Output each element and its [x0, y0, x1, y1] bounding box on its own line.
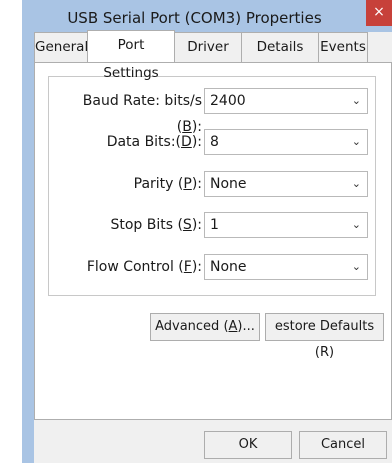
baud-rate-label: Baud Rate: bits/s (B):: [82, 93, 202, 135]
tab-details[interactable]: Details: [241, 32, 319, 62]
tab-label: Details: [256, 39, 304, 55]
ok-label: OK: [238, 437, 258, 452]
tab-label: General: [35, 39, 89, 55]
flow-control-value: None: [210, 259, 247, 275]
tab-label: Events: [320, 39, 366, 55]
chevron-down-icon: ⌄: [351, 177, 361, 190]
tab-driver[interactable]: Driver: [174, 32, 242, 62]
chevron-down-icon: ⌄: [351, 218, 361, 231]
parity-label: Parity (P):: [133, 176, 202, 192]
tab-general[interactable]: General: [34, 32, 88, 62]
window-title: USB Serial Port (COM3) Properties: [67, 9, 322, 27]
data-bits-select[interactable]: 8 ⌄: [204, 129, 368, 155]
ok-button[interactable]: OK: [204, 431, 292, 459]
cancel-label: Cancel: [320, 437, 366, 452]
data-bits-value: 8: [210, 134, 219, 150]
stop-bits-select[interactable]: 1 ⌄: [204, 212, 368, 238]
restore-defaults-button[interactable]: estore Defaults (R): [265, 313, 384, 360]
parity-select[interactable]: None ⌄: [204, 171, 368, 197]
tab-label: Port Settings: [103, 37, 159, 81]
data-bits-label: Data Bits:(D):: [106, 134, 202, 150]
chevron-down-icon: ⌄: [351, 260, 361, 273]
baud-rate-select[interactable]: 2400 ⌄: [204, 88, 368, 114]
stop-bits-value: 1: [210, 217, 219, 233]
close-icon: ×: [373, 4, 385, 20]
flow-control-label: Flow Control (F):: [86, 259, 202, 275]
chevron-down-icon: ⌄: [351, 94, 361, 107]
flow-control-select[interactable]: None ⌄: [204, 254, 368, 280]
tab-port-settings[interactable]: Port Settings: [87, 30, 175, 81]
cancel-button[interactable]: Cancel: [299, 431, 387, 459]
tab-events[interactable]: Events: [318, 32, 368, 62]
stop-bits-label: Stop Bits (S):: [110, 217, 202, 233]
advanced-button[interactable]: Advanced (A)...: [150, 313, 260, 341]
chevron-down-icon: ⌄: [351, 135, 361, 148]
tab-label: Driver: [187, 39, 229, 55]
baud-rate-value: 2400: [210, 93, 246, 109]
close-button[interactable]: ×: [366, 0, 392, 26]
parity-value: None: [210, 176, 247, 192]
